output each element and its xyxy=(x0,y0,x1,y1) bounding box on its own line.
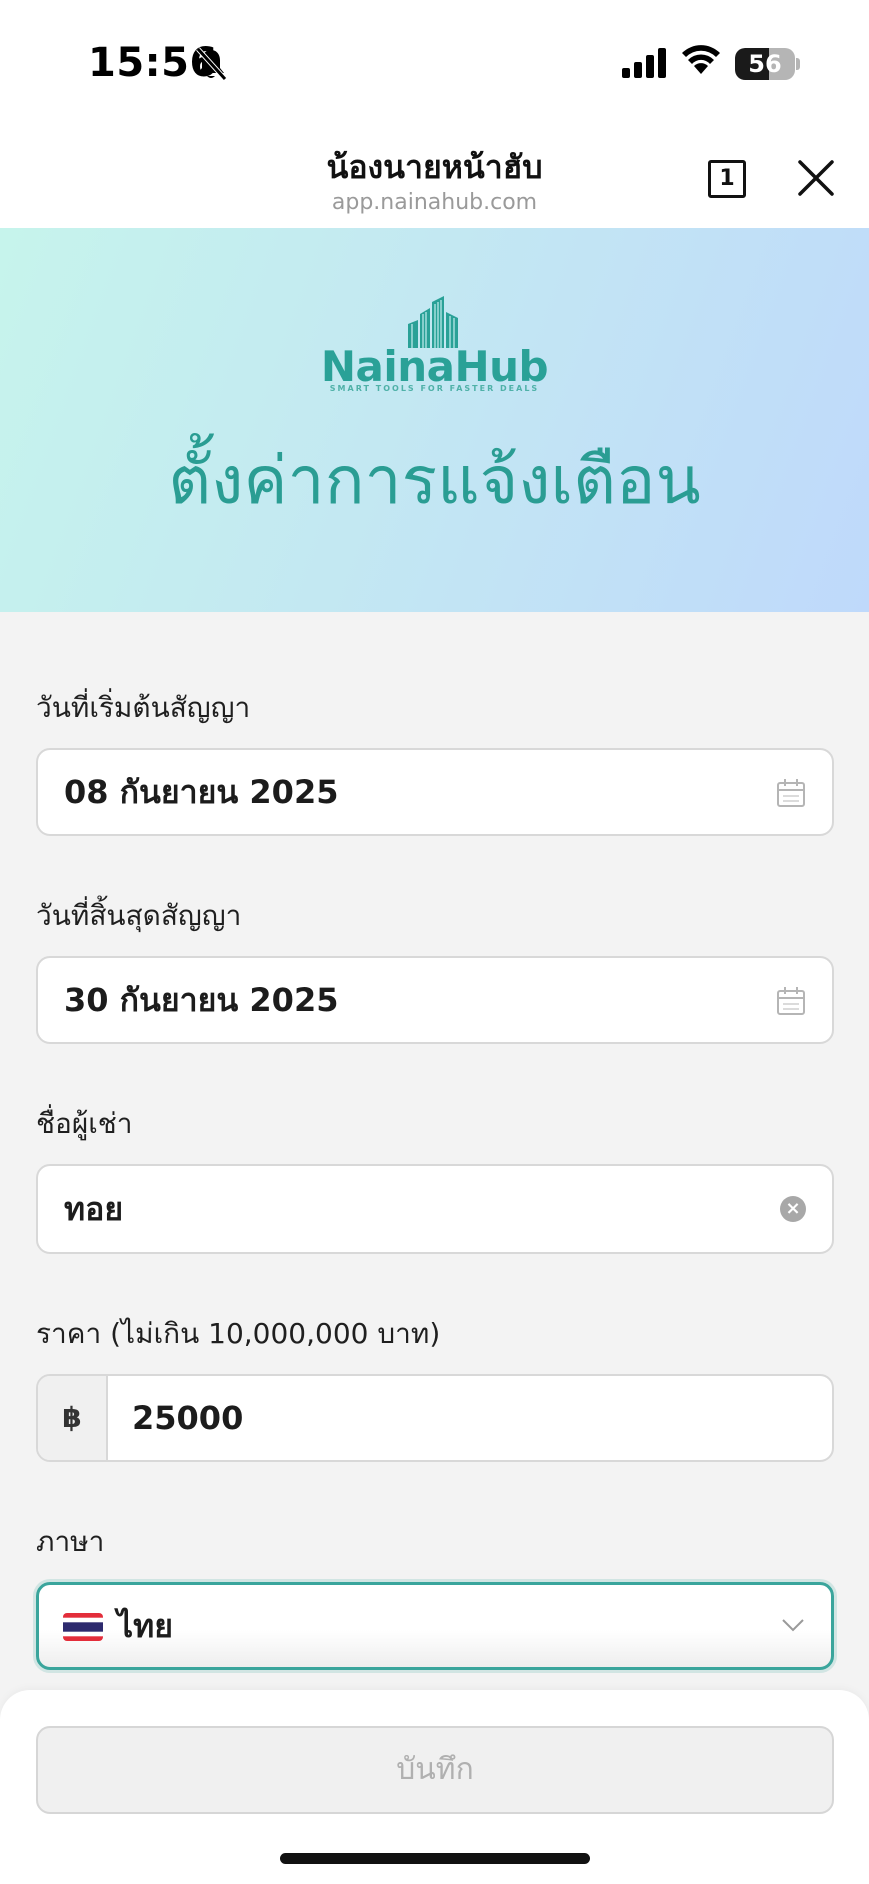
end-date-field[interactable]: 30 กันยายน 2025 xyxy=(36,956,834,1044)
language-label: ภาษา xyxy=(36,1525,105,1558)
wifi-icon xyxy=(682,45,720,74)
tabs-button[interactable]: 1 xyxy=(708,160,746,198)
browser-header: น้องนายหน้าฮับ app.nainahub.com 1 xyxy=(0,120,869,228)
page-title: ตั้งค่าการแจ้งเตือน xyxy=(168,442,701,519)
end-date-label: วันที่สิ้นสุดสัญญา xyxy=(36,899,242,932)
status-bar: 15:56 56 xyxy=(0,0,869,120)
cellular-signal-icon xyxy=(622,48,666,78)
price-input[interactable]: ฿ 25000 xyxy=(36,1374,834,1462)
clear-input-icon[interactable]: × xyxy=(780,1196,806,1222)
start-date-value: 08 กันยายน 2025 xyxy=(64,773,339,811)
tenant-name-input[interactable]: ทอย × xyxy=(36,1164,834,1254)
tenant-name-label: ชื่อผู้เช่า xyxy=(36,1107,133,1140)
calendar-icon[interactable] xyxy=(776,986,806,1016)
chevron-down-icon xyxy=(782,1619,804,1632)
language-value: ไทย xyxy=(117,1607,173,1645)
thai-flag-icon xyxy=(63,1613,103,1641)
price-label: ราคา (ไม่เกิน 10,000,000 บาท) xyxy=(36,1317,441,1350)
tenant-name-value: ทอย xyxy=(64,1190,124,1228)
close-icon[interactable] xyxy=(796,158,836,198)
save-button[interactable]: บันทึก xyxy=(36,1726,834,1814)
start-date-field[interactable]: 08 กันยายน 2025 xyxy=(36,748,834,836)
end-date-value: 30 กันยายน 2025 xyxy=(64,981,339,1019)
battery-cap xyxy=(796,58,800,70)
logo-tagline: SMART TOOLS FOR FASTER DEALS xyxy=(329,384,540,393)
price-value: 25000 xyxy=(132,1399,244,1437)
calendar-icon[interactable] xyxy=(776,778,806,808)
bell-muted-icon xyxy=(196,47,227,81)
battery-level-text: 56 xyxy=(748,50,782,78)
currency-baht-addon: ฿ xyxy=(38,1376,108,1460)
hero-banner: NainaHub SMART TOOLS FOR FASTER DEALS ตั… xyxy=(0,228,869,612)
home-indicator[interactable] xyxy=(280,1853,590,1864)
language-select[interactable]: ไทย xyxy=(36,1582,834,1670)
building-logo-icon xyxy=(408,296,458,348)
start-date-label: วันที่เริ่มต้นสัญญา xyxy=(36,691,251,724)
battery-icon: 56 xyxy=(735,48,795,80)
